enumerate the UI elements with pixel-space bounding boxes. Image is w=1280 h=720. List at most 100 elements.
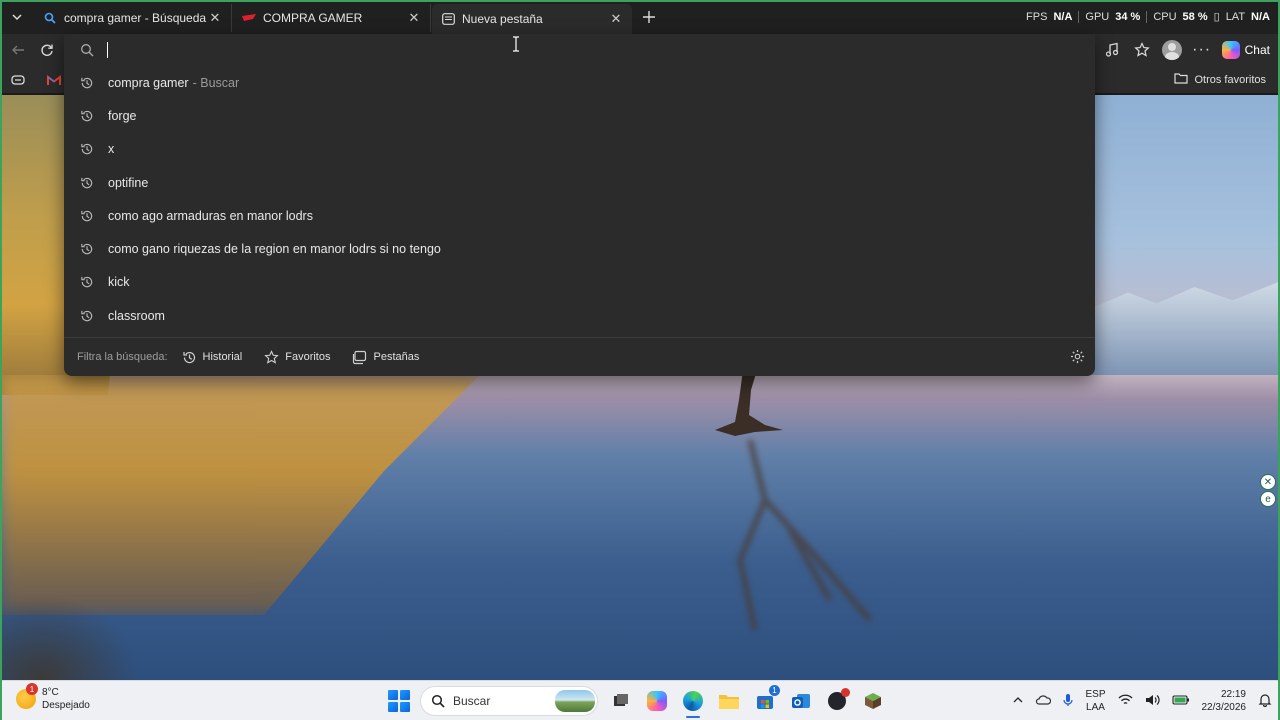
chevron-up-icon[interactable] bbox=[1013, 696, 1023, 707]
weather-temp: 8°C bbox=[42, 687, 59, 698]
suggestion-item[interactable]: kick bbox=[64, 266, 1095, 299]
other-favorites-folder[interactable]: Otros favoritos bbox=[1174, 72, 1266, 87]
suggestion-text: classroom bbox=[108, 308, 165, 323]
read-aloud-music-icon[interactable] bbox=[1102, 40, 1122, 60]
filter-label: Filtra la búsqueda: bbox=[77, 351, 168, 363]
folder-icon bbox=[1174, 72, 1189, 87]
profile-avatar[interactable] bbox=[1161, 40, 1182, 60]
suggestion-text: como gano riquezas de la region en manor… bbox=[108, 242, 441, 257]
minecraft-icon[interactable] bbox=[860, 688, 886, 714]
tab-search[interactable]: compra gamer - Búsqueda ✕ bbox=[34, 4, 232, 32]
copilot-icon bbox=[1221, 41, 1240, 59]
history-clock-icon bbox=[80, 309, 94, 323]
filter-favorites-button[interactable]: Favoritos bbox=[264, 349, 331, 365]
microphone-icon[interactable] bbox=[1063, 693, 1074, 710]
other-favorites-label: Otros favoritos bbox=[1194, 73, 1266, 86]
language-code: ESP bbox=[1085, 689, 1106, 700]
text-caret bbox=[107, 42, 108, 58]
running-indicator bbox=[686, 716, 700, 718]
rocky-shore bbox=[0, 595, 140, 680]
fps-value: N/A bbox=[1053, 10, 1073, 23]
weather-badge: 1 bbox=[26, 683, 38, 695]
wifi-icon[interactable] bbox=[1118, 694, 1133, 709]
steam-app-icon[interactable] bbox=[824, 688, 850, 714]
suggestion-list: compra gamer - Buscar forge x optifine como a… bbox=[64, 66, 1095, 332]
suggestion-hint: - Buscar bbox=[192, 75, 240, 90]
gear-icon[interactable] bbox=[1070, 349, 1085, 364]
volume-icon[interactable] bbox=[1145, 694, 1160, 709]
task-view-icon[interactable] bbox=[608, 688, 634, 714]
close-tab-icon[interactable]: ✕ bbox=[406, 10, 422, 26]
divider bbox=[64, 337, 1095, 338]
close-tab-icon[interactable]: ✕ bbox=[207, 10, 223, 26]
close-tab-icon[interactable]: ✕ bbox=[608, 11, 624, 27]
lat-label: LAT bbox=[1225, 10, 1246, 23]
search-icon bbox=[42, 10, 58, 26]
favorites-star-icon[interactable] bbox=[1132, 40, 1152, 60]
weather-widget[interactable]: 1 8°C Despejado bbox=[16, 683, 90, 712]
compragamer-logo-icon bbox=[241, 10, 257, 26]
filter-history-button[interactable]: Historial bbox=[182, 350, 243, 365]
cpu-label: CPU bbox=[1153, 10, 1177, 23]
file-explorer-icon[interactable] bbox=[716, 688, 742, 714]
battery-icon: ▯ bbox=[1213, 11, 1220, 23]
history-clock-icon bbox=[80, 242, 94, 256]
onedrive-cloud-icon[interactable] bbox=[1035, 694, 1052, 708]
collections-icon[interactable] bbox=[8, 70, 28, 90]
edge-widget-icon[interactable]: e bbox=[1260, 491, 1276, 507]
gmail-icon[interactable] bbox=[44, 70, 64, 90]
history-clock-icon bbox=[80, 176, 94, 190]
more-options-icon[interactable]: ··· bbox=[1192, 40, 1212, 60]
windows-start-icon[interactable] bbox=[388, 690, 410, 712]
search-filter-bar: Filtra la búsqueda: Historial Favoritos … bbox=[64, 339, 1095, 375]
tab-bar: compra gamer - Búsqueda ✕ COMPRA GAMER ✕… bbox=[0, 0, 1280, 34]
new-tab-plus-icon[interactable] bbox=[638, 6, 660, 28]
history-clock-icon bbox=[80, 209, 94, 223]
tab-actions-menu-icon[interactable] bbox=[6, 6, 28, 28]
suggestion-text: optifine bbox=[108, 175, 149, 190]
history-clock-icon bbox=[80, 275, 94, 289]
history-icon bbox=[182, 350, 197, 365]
filter-favorites-label: Favoritos bbox=[285, 351, 331, 363]
clock-time: 22:19 bbox=[1220, 689, 1246, 700]
refresh-icon[interactable] bbox=[37, 40, 57, 60]
suggestion-text: como ago armaduras en manor lodrs bbox=[108, 208, 313, 223]
outlook-icon[interactable] bbox=[788, 688, 814, 714]
input-language[interactable]: ESP LAA bbox=[1085, 688, 1105, 714]
history-clock-icon bbox=[80, 142, 94, 156]
back-arrow-icon[interactable] bbox=[8, 40, 28, 60]
suggestion-item[interactable]: compra gamer - Buscar bbox=[64, 66, 1095, 99]
battery-charging-icon[interactable] bbox=[1171, 694, 1190, 708]
search-highlight-image bbox=[555, 690, 595, 712]
tab-title: COMPRA GAMER bbox=[263, 11, 363, 25]
weather-desc: Despejado bbox=[42, 700, 90, 711]
suggestion-item[interactable]: classroom bbox=[64, 299, 1095, 332]
edge-browser-icon[interactable] bbox=[680, 688, 706, 718]
keyboard-layout: LAA bbox=[1086, 702, 1105, 713]
suggestion-item[interactable]: optifine bbox=[64, 166, 1095, 199]
close-widget-icon[interactable]: ✕ bbox=[1260, 474, 1276, 490]
lat-value: N/A bbox=[1251, 10, 1270, 23]
fps-label: FPS bbox=[1026, 10, 1048, 23]
suggestion-item[interactable]: como gano riquezas de la region en manor… bbox=[64, 232, 1095, 265]
taskbar-apps: Buscar 1 bbox=[388, 685, 886, 718]
taskbar-search-placeholder: Buscar bbox=[453, 694, 491, 708]
notifications-bell-icon[interactable] bbox=[1258, 693, 1272, 710]
store-badge: 1 bbox=[769, 685, 780, 696]
star-icon bbox=[264, 349, 279, 365]
windows-taskbar: 1 8°C Despejado Buscar 1 ESP LAA 22:19 2… bbox=[0, 680, 1280, 720]
taskbar-search-box[interactable]: Buscar bbox=[420, 686, 598, 716]
address-input[interactable] bbox=[106, 39, 1066, 61]
copilot-chat-button[interactable]: Chat bbox=[1221, 41, 1270, 59]
tab-new-tab[interactable]: Nueva pestaña ✕ bbox=[432, 4, 632, 34]
filter-tabs-button[interactable]: Pestañas bbox=[352, 350, 419, 365]
filter-history-label: Historial bbox=[202, 351, 243, 363]
microsoft-store-icon[interactable]: 1 bbox=[752, 685, 780, 714]
system-tray: ESP LAA 22:19 22/3/2026 bbox=[1013, 685, 1272, 717]
clock[interactable]: 22:19 22/3/2026 bbox=[1202, 688, 1247, 714]
suggestion-item[interactable]: como ago armaduras en manor lodrs bbox=[64, 199, 1095, 232]
suggestion-item[interactable]: x bbox=[64, 133, 1095, 166]
tab-compragamer[interactable]: COMPRA GAMER ✕ bbox=[233, 4, 431, 32]
suggestion-item[interactable]: forge bbox=[64, 99, 1095, 132]
copilot-app-icon[interactable] bbox=[644, 688, 670, 714]
